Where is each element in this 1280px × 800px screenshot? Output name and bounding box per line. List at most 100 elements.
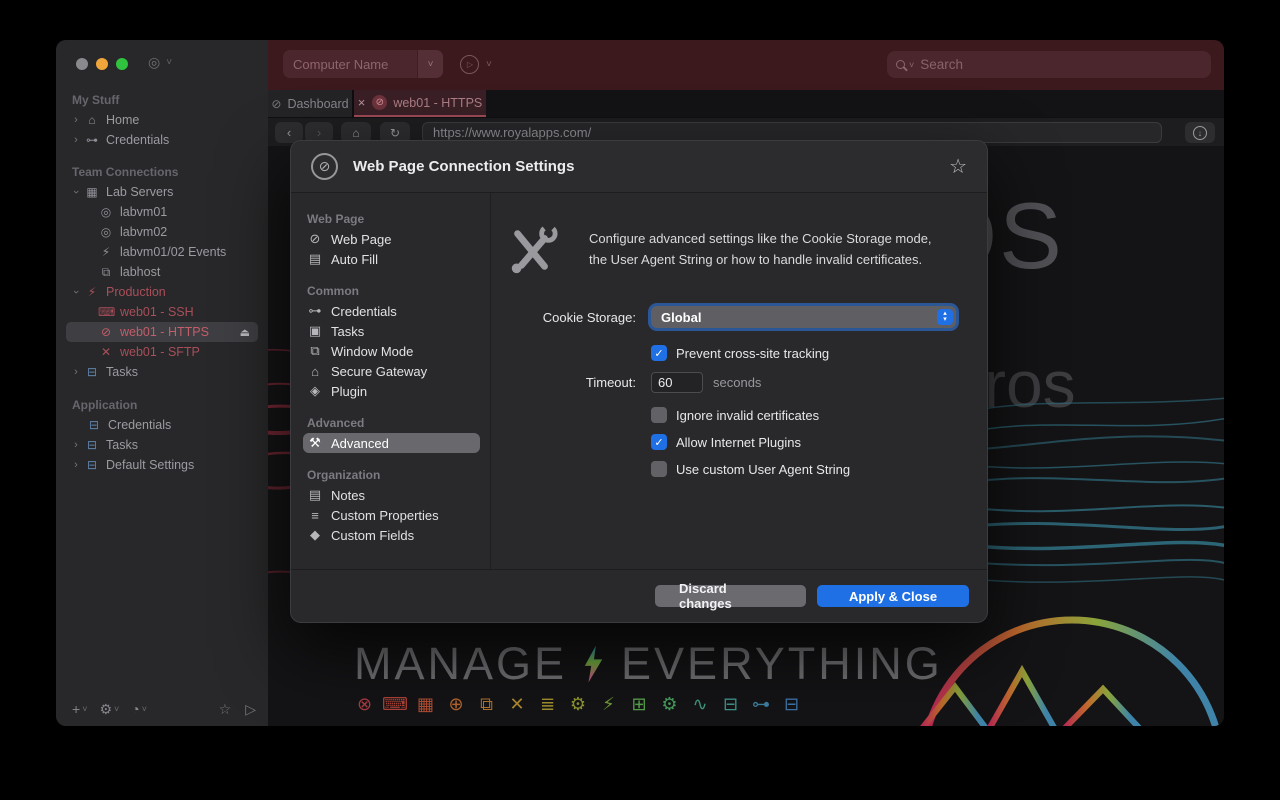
lightning-icon: ⚡ (84, 285, 100, 299)
folder-icon: ⊟ (781, 693, 802, 714)
sidebar-item-production[interactable]: › ⚡ Production (56, 282, 268, 302)
check-icon: ✓ (654, 436, 663, 449)
sidebar-item-default-settings[interactable]: › ⊟ Default Settings (56, 455, 268, 475)
settings-button[interactable]: ⚙ ˅ (95, 701, 123, 718)
nav-item-advanced[interactable]: ⚒ Advanced (303, 433, 480, 453)
chevron-down-icon[interactable]: › (70, 286, 82, 298)
dialog-content: Configure advanced settings like the Coo… (491, 193, 987, 569)
zoom-window-button[interactable] (116, 58, 128, 70)
sidebar-item-labhost[interactable]: ⧉ labhost (56, 262, 268, 282)
chevron-right-icon[interactable]: › (70, 459, 82, 471)
sidebar-item-labvm02[interactable]: ◎ labvm02 (56, 222, 268, 242)
chevron-down-icon: ˅ (82, 704, 87, 714)
download-button[interactable]: ↓ (1185, 122, 1215, 143)
sidebar-item-lab-servers[interactable]: › ▦ Lab Servers (56, 182, 268, 202)
sessions-button[interactable]: ◔ ˅ (127, 701, 151, 717)
sidebar-item-label: labvm02 (120, 225, 167, 239)
plugin-icon: ◈ (307, 383, 323, 399)
nav-item-custom-fields[interactable]: ◆ Custom Fields (303, 525, 480, 545)
automation-icon: ⚙ (659, 693, 680, 714)
computer-name-input[interactable] (283, 57, 417, 72)
nav-item-auto-fill[interactable]: ▤ Auto Fill (303, 249, 480, 269)
tab-dashboard[interactable]: ⊘ Dashboard (268, 90, 354, 117)
play-circle-icon: ▷ (460, 55, 479, 74)
timeout-input[interactable] (651, 372, 703, 393)
chevron-right-icon[interactable]: › (70, 114, 82, 126)
gear-icon: ⚙ (99, 701, 112, 718)
services-icon: ⚙ (568, 693, 589, 714)
sidebar-item-app-tasks[interactable]: › ⊟ Tasks (56, 435, 268, 455)
prevent-tracking-checkbox[interactable]: ✓ (651, 345, 667, 361)
sidebar-item-app-credentials[interactable]: ⊟ Credentials (56, 415, 268, 435)
compass-icon: ⊘ (271, 97, 281, 111)
tab-web01-https[interactable]: × ⊘ web01 - HTTPS (354, 90, 486, 117)
connect-button[interactable]: ▷ (245, 701, 256, 718)
sidebar-item-web01-sftp[interactable]: ✕ web01 - SFTP (56, 342, 268, 362)
close-icon[interactable]: × (358, 95, 366, 110)
sidebar-item-tasks[interactable]: › ⊟ Tasks (56, 362, 268, 382)
monitoring-icon: ∿ (690, 693, 711, 714)
chevron-down-icon: ˅ (909, 60, 914, 70)
nav-item-web-page[interactable]: ⊘ Web Page (303, 229, 480, 249)
traffic-lights (76, 58, 128, 70)
computer-name-dropdown-button[interactable]: ˅ (417, 50, 443, 78)
quick-connect-button[interactable]: ▷ ˅ (460, 55, 492, 74)
nav-item-plugin[interactable]: ◈ Plugin (303, 381, 480, 401)
eject-icon[interactable]: ⏏ (240, 326, 250, 339)
sidebar-item-label: labvm01 (120, 205, 167, 219)
nav-item-custom-properties[interactable]: ≡ Custom Properties (303, 505, 480, 525)
allow-plugins-checkbox[interactable]: ✓ (651, 434, 667, 450)
sidebar-item-web01-ssh[interactable]: ⌨ web01 - SSH (56, 302, 268, 322)
tab-label: web01 - HTTPS (393, 96, 482, 110)
vm-icon: ◎ (98, 205, 114, 219)
events-icon: ⚡ (98, 245, 114, 259)
nav-item-tasks[interactable]: ▣ Tasks (303, 321, 480, 341)
search-input[interactable] (918, 56, 1202, 73)
sessions-icon: ◔ (131, 701, 139, 717)
sidebar-item-web01-https[interactable]: ⊘ web01 - HTTPS ⏏ (66, 322, 258, 342)
nav-item-window-mode[interactable]: ⧉ Window Mode (303, 341, 480, 361)
chevron-right-icon[interactable]: › (70, 134, 82, 146)
favorites-button[interactable]: ☆ (219, 701, 232, 718)
sidebar-section-my-stuff: My Stuff (56, 90, 268, 110)
royal-logo (920, 620, 1222, 726)
sidebar-item-home[interactable]: › ⌂ Home (56, 110, 268, 130)
chevron-down-icon: ˅ (428, 59, 434, 70)
rdp-icon: ⊗ (354, 693, 375, 714)
add-button[interactable]: + ˅ (68, 701, 91, 717)
favorite-star-icon[interactable]: ☆ (949, 154, 967, 179)
nav-item-notes[interactable]: ▤ Notes (303, 485, 480, 505)
search-field[interactable]: ˅ (887, 51, 1211, 78)
chevron-down-icon[interactable]: › (70, 186, 82, 198)
sidebar-item-labvm-events[interactable]: ⚡ labvm01/02 Events (56, 242, 268, 262)
tab-bar: ⊘ Dashboard × ⊘ web01 - HTTPS (268, 90, 1224, 117)
computer-name-field[interactable]: ˅ (283, 50, 443, 78)
nav-item-label: Custom Fields (331, 528, 414, 543)
connect-menu-button[interactable]: ◎ ˅ (148, 54, 172, 71)
custom-user-agent-label: Use custom User Agent String (676, 462, 850, 477)
servers-icon: ▦ (84, 185, 100, 199)
folder-icon: ⊟ (84, 365, 100, 379)
custom-user-agent-checkbox[interactable]: ✓ (651, 461, 667, 477)
chevron-down-icon: ˅ (486, 59, 492, 70)
sidebar-item-credentials[interactable]: › ⊶ Credentials (56, 130, 268, 150)
gateway-icon: ⌂ (307, 364, 323, 379)
plus-icon: + (72, 701, 80, 717)
sidebar-item-labvm01[interactable]: ◎ labvm01 (56, 202, 268, 222)
chevron-right-icon[interactable]: › (70, 366, 82, 378)
timeout-unit: seconds (713, 375, 761, 390)
apply-close-button[interactable]: Apply & Close (817, 585, 969, 607)
hyperv-icon: ≣ (537, 693, 558, 714)
sidebar-footer-toolbar: + ˅ ⚙ ˅ ◔ ˅ ☆ ▷ (56, 692, 268, 726)
chevron-right-icon[interactable]: › (70, 439, 82, 451)
cookie-storage-select[interactable]: Global ▴▾ (651, 306, 956, 328)
discard-changes-button[interactable]: Discard changes (655, 585, 806, 607)
ignore-certificates-checkbox[interactable]: ✓ (651, 407, 667, 423)
nav-item-secure-gateway[interactable]: ⌂ Secure Gateway (303, 361, 480, 381)
minimize-window-button[interactable] (96, 58, 108, 70)
window-icon: ⧉ (307, 343, 323, 359)
nav-section-web-page: Web Page (303, 209, 480, 229)
nav-item-credentials[interactable]: ⊶ Credentials (303, 301, 480, 321)
close-window-button[interactable] (76, 58, 88, 70)
home-icon: ⌂ (84, 113, 100, 127)
